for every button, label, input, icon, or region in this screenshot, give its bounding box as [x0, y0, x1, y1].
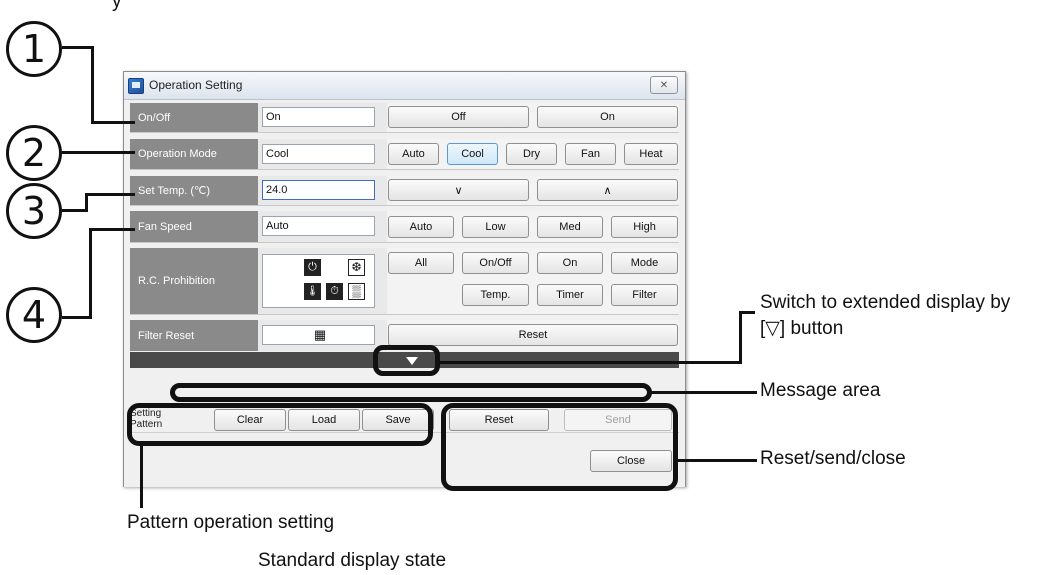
mode-heat-button[interactable]: Heat [624, 143, 678, 165]
leader-1c [91, 121, 135, 124]
expand-button-highlight [373, 345, 440, 376]
row-divider [130, 242, 679, 243]
callout-2: 2 [6, 125, 62, 181]
mode-value-field: Cool [262, 144, 375, 164]
prohibition-buttons-cell: All On/Off On Mode Temp. Timer Filter [387, 248, 679, 314]
callout-3: 3 [6, 183, 62, 239]
mode-field-cell: Cool [258, 139, 387, 169]
extended-display-annotation-line1: Switch to extended display by [760, 292, 1011, 313]
thermometer-icon: 🌡 [304, 283, 321, 300]
temp-buttons-cell: ∨ ∧ [387, 176, 679, 205]
onoff-label: On/Off [130, 103, 258, 132]
reset-send-close-annotation: Reset/send/close [760, 448, 906, 469]
set-temp-label: Set Temp. (℃) [130, 176, 258, 205]
prohibit-filter-button[interactable]: Filter [611, 284, 678, 306]
extended-display-annotation-line2: [▽] button [760, 318, 844, 339]
pattern-leader [140, 446, 143, 508]
row-divider [130, 314, 679, 315]
callout-1: 1 [6, 21, 62, 77]
prohibit-all-button[interactable]: All [388, 252, 454, 274]
mode-auto-button[interactable]: Auto [388, 143, 439, 165]
close-window-button[interactable]: ✕ [650, 76, 678, 94]
mode-buttons-cell: Auto Cool Dry Fan Heat [387, 139, 679, 169]
caption-fragment: y [112, 0, 122, 12]
figure-caption: Standard display state [258, 550, 447, 571]
row-divider [130, 132, 679, 133]
fan-field-cell: Auto [258, 211, 387, 242]
temp-up-button[interactable]: ∧ [537, 179, 678, 201]
message-area-highlight [170, 383, 652, 402]
fan-value-field: Auto [262, 216, 375, 236]
mode-icon: ❆ [348, 259, 365, 276]
temp-field-cell: 24.0 [258, 176, 387, 205]
fan-buttons-cell: Auto Low Med High [387, 211, 679, 242]
leader-4b [89, 228, 92, 319]
pattern-highlight [127, 403, 433, 446]
onoff-field-cell: On [258, 103, 387, 132]
title-bar: Operation Setting ✕ [124, 72, 685, 100]
reset-send-close-leader [677, 459, 757, 462]
fan-speed-label: Fan Speed [130, 211, 258, 242]
filter-reset-button[interactable]: Reset [388, 324, 678, 346]
fan-auto-button[interactable]: Auto [388, 216, 454, 238]
prohibit-temp-button[interactable]: Temp. [462, 284, 529, 306]
fan-high-button[interactable]: High [611, 216, 678, 238]
onoff-buttons-cell: Off On [387, 103, 679, 132]
timer-icon: ⏱ [326, 283, 343, 300]
filter-field-cell: ▦ [258, 320, 387, 351]
filter-icon: ▒ [348, 283, 365, 300]
row-divider [130, 169, 679, 170]
prohibit-onoff-button[interactable]: On/Off [462, 252, 529, 274]
leader-2 [62, 151, 135, 154]
window-title: Operation Setting [149, 78, 243, 92]
mode-dry-button[interactable]: Dry [506, 143, 557, 165]
callout-4: 4 [6, 287, 62, 343]
onoff-value-field: On [262, 107, 375, 127]
prohibit-timer-button[interactable]: Timer [537, 284, 603, 306]
message-leader [651, 391, 757, 394]
extended-leader-top [739, 311, 755, 314]
fan-med-button[interactable]: Med [537, 216, 603, 238]
row-divider [130, 205, 679, 206]
temp-value-field[interactable]: 24.0 [262, 180, 375, 200]
leader-1a [62, 46, 94, 49]
fan-low-button[interactable]: Low [462, 216, 529, 238]
filter-reset-label: Filter Reset [130, 320, 258, 351]
pattern-operation-annotation: Pattern operation setting [127, 512, 335, 533]
temp-down-button[interactable]: ∨ [388, 179, 529, 201]
prohibition-icon-panel: ⏻ ❆ 🌡 ⏱ ▒ [262, 254, 375, 308]
reset-send-close-highlight [441, 403, 678, 491]
extended-leader-h [440, 361, 742, 364]
leader-1b [91, 46, 94, 124]
leader-4c [89, 228, 135, 231]
app-icon [128, 78, 144, 94]
extended-leader-v [739, 311, 742, 364]
prohibition-field-cell: ⏻ ❆ 🌡 ⏱ ▒ [258, 248, 387, 314]
prohibit-on-button[interactable]: On [537, 252, 603, 274]
message-area-annotation: Message area [760, 380, 881, 401]
rc-prohibition-label: R.C. Prohibition [130, 248, 258, 314]
power-icon: ⏻ [304, 259, 321, 276]
prohibit-mode-button[interactable]: Mode [611, 252, 678, 274]
mode-fan-button[interactable]: Fan [565, 143, 616, 165]
leader-3c [85, 193, 135, 196]
operation-mode-label: Operation Mode [130, 139, 258, 169]
filter-sign-icon: ▦ [262, 325, 375, 345]
off-button[interactable]: Off [388, 106, 529, 128]
mode-cool-button[interactable]: Cool [447, 143, 498, 165]
on-button[interactable]: On [537, 106, 678, 128]
leader-4a [62, 316, 92, 319]
